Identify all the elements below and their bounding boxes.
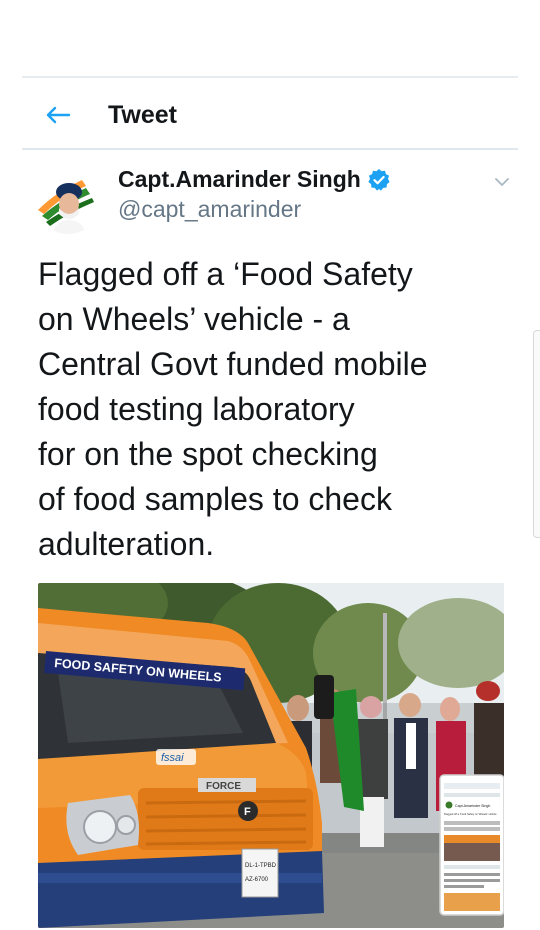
grille-brand: FORCE: [206, 781, 241, 792]
header-divider: [22, 148, 518, 150]
scrollbar[interactable]: [533, 330, 540, 538]
arrow-left-icon: [46, 106, 71, 124]
page-title: Tweet: [108, 100, 177, 129]
top-divider: [22, 76, 518, 78]
user-handle[interactable]: @capt_amarinder: [118, 196, 391, 223]
chevron-down-icon[interactable]: [494, 174, 510, 190]
tweet-photo[interactable]: FOOD SAFETY ON WHEELS fssai FORCE F DL-1…: [38, 583, 504, 928]
avatar[interactable]: [36, 170, 100, 234]
back-button[interactable]: [38, 95, 78, 135]
tweet-text: Flagged off a ‘Food Safety on Wheels’ ve…: [38, 256, 428, 562]
inset-author: Capt.Amarinder Singh: [455, 804, 490, 808]
author-names: Capt.Amarinder Singh @capt_amarinder: [118, 166, 391, 223]
tweet-author: Capt.Amarinder Singh @capt_amarinder: [36, 166, 514, 236]
plate-line-1: DL-1-TPBD: [245, 863, 277, 869]
display-name[interactable]: Capt.Amarinder Singh: [118, 166, 361, 193]
plate-line-2: AZ-6700: [245, 877, 269, 883]
tweet-header: Tweet: [22, 84, 518, 146]
svg-text:F: F: [244, 806, 251, 818]
inset-screenshot: Capt.Amarinder Singh Flagged off a 'Food…: [439, 774, 504, 916]
verified-badge-icon: [368, 168, 390, 191]
door-logo: fssai: [161, 752, 184, 764]
inset-text: Flagged off a 'Food Safety on Wheels' ve…: [444, 812, 497, 816]
